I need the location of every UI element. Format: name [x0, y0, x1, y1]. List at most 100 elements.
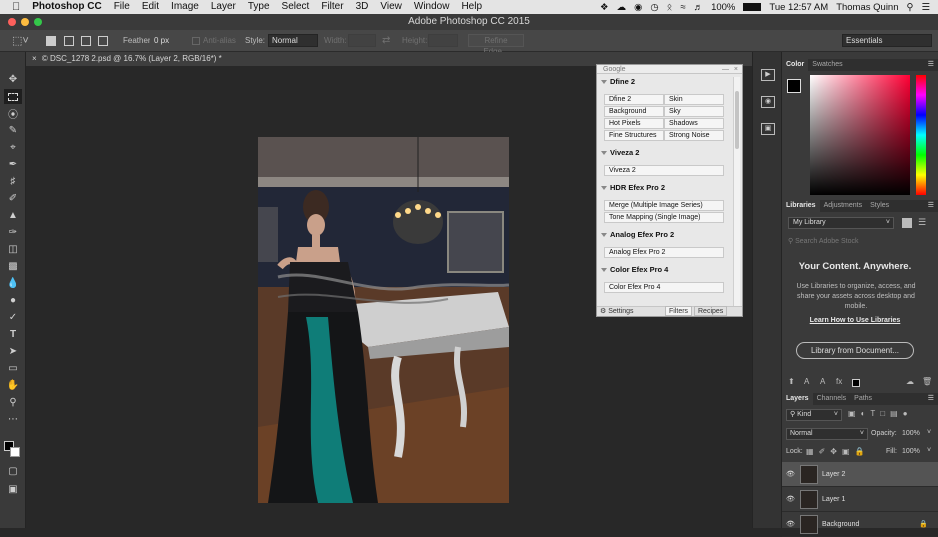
healing-brush-tool-icon[interactable]: ♯ — [4, 174, 22, 189]
menu-file[interactable]: File — [108, 0, 136, 14]
tab-channels[interactable]: Channels — [813, 393, 851, 405]
eyedropper-tool-icon[interactable]: ✒ — [4, 157, 22, 172]
user-name[interactable]: Thomas Quinn — [836, 2, 898, 13]
window-zoom-button[interactable] — [34, 18, 42, 26]
rectangle-tool-icon[interactable]: ▭ — [4, 361, 22, 376]
filter-adjustment-icon[interactable]: ◐ — [861, 409, 871, 418]
filter-pixel-icon[interactable]: ▣ — [848, 409, 861, 418]
tab-libraries[interactable]: Libraries — [782, 200, 820, 212]
volume-icon[interactable]: ♬ — [694, 2, 704, 13]
nik-panel-collapse-icon[interactable]: — — [722, 65, 729, 74]
trash-icon[interactable]: 🗑 — [922, 377, 932, 386]
section-dfine-2[interactable]: Dfine 2 — [597, 77, 733, 86]
steam-icon[interactable]: ◉ — [634, 2, 642, 13]
grid-view-icon[interactable] — [902, 218, 912, 228]
blend-mode-select[interactable]: Normal ˅ — [786, 428, 868, 440]
move-tool-icon[interactable]: ✥ — [4, 72, 22, 87]
lock-image-icon[interactable]: ✐ — [819, 447, 831, 456]
visibility-eye-icon[interactable]: 👁 — [786, 512, 795, 537]
pen-tool-icon[interactable]: ✓ — [4, 310, 22, 325]
nik-item-shadows[interactable]: Shadows — [664, 118, 724, 129]
settings-link[interactable]: Settings — [608, 308, 633, 315]
fill-value[interactable]: 100% — [902, 448, 920, 455]
height-input[interactable] — [428, 34, 458, 47]
lock-position-icon[interactable]: ✥ — [830, 447, 842, 456]
window-minimize-button[interactable] — [21, 18, 29, 26]
layer-row-layer-2[interactable]: 👁 Layer 2 — [782, 462, 938, 487]
tab-styles[interactable]: Styles — [866, 200, 893, 212]
layers-menu-icon[interactable]: ☰ — [928, 393, 938, 405]
window-close-button[interactable] — [8, 18, 16, 26]
settings-icon[interactable]: ⚙ — [600, 308, 606, 315]
bluetooth-icon[interactable]: ᛟ — [667, 2, 673, 13]
lock-transparent-icon[interactable]: ▦ — [806, 447, 819, 456]
path-selection-tool-icon[interactable]: ➤ — [4, 344, 22, 359]
nik-item-merge[interactable]: Merge (Multiple Image Series) — [604, 200, 724, 211]
hand-tool-icon[interactable]: ✋ — [4, 378, 22, 393]
document-image[interactable] — [258, 137, 509, 503]
tab-layers[interactable]: Layers — [782, 393, 813, 405]
nik-item-color-efex-pro-4[interactable]: Color Efex Pro 4 — [604, 282, 724, 293]
rectangular-marquee-tool-icon[interactable] — [4, 89, 22, 104]
antialias-checkbox[interactable] — [192, 37, 200, 45]
brush-tool-icon[interactable]: ✐ — [4, 191, 22, 206]
clone-stamp-tool-icon[interactable]: ▲ — [4, 208, 22, 223]
visibility-eye-icon[interactable]: 👁 — [786, 462, 795, 487]
document-close-icon[interactable]: × — [32, 54, 37, 63]
layer-filter-select[interactable]: ⚲ Kind ˅ — [786, 409, 842, 421]
nik-item-dfine-2[interactable]: Dfine 2 — [604, 94, 664, 105]
add-text-style-icon[interactable]: A — [804, 377, 809, 386]
nik-item-sky[interactable]: Sky — [664, 106, 724, 117]
recipes-tab[interactable]: Recipes — [694, 306, 728, 316]
quick-selection-tool-icon[interactable]: ✎ — [4, 123, 22, 138]
feather-input[interactable]: 0 px — [150, 34, 196, 47]
visibility-eye-icon[interactable]: 👁 — [786, 487, 795, 512]
section-analog-efex-pro-2[interactable]: Analog Efex Pro 2 — [597, 230, 733, 239]
more-tools-icon[interactable]: ⋯ — [4, 412, 22, 427]
section-viveza-2[interactable]: Viveza 2 — [597, 148, 733, 157]
library-from-document-button[interactable]: Library from Document... — [796, 342, 914, 359]
add-selection-icon[interactable] — [64, 36, 74, 46]
filter-type-icon[interactable]: T — [870, 409, 880, 418]
tab-paths[interactable]: Paths — [850, 393, 876, 405]
refine-edge-button[interactable]: Refine Edge... — [468, 34, 524, 56]
menu-edit[interactable]: Edit — [136, 0, 165, 14]
style-select[interactable]: Normal — [268, 34, 318, 47]
filter-toggle-icon[interactable]: ● — [903, 409, 913, 418]
creative-cloud-icon[interactable]: ☁ — [617, 2, 627, 13]
nik-panel-close-icon[interactable]: × — [734, 65, 738, 74]
nik-panel-titlebar[interactable]: Google — × — [597, 65, 742, 74]
list-view-icon[interactable]: ☰ — [918, 217, 926, 228]
nik-item-background[interactable]: Background — [604, 106, 664, 117]
battery-percent[interactable]: 100% — [711, 2, 735, 13]
properties-panel-icon[interactable]: ◉ — [761, 96, 775, 108]
crop-tool-icon[interactable]: ⌖ — [4, 140, 22, 155]
menu-image[interactable]: Image — [165, 0, 205, 14]
menu-type[interactable]: Type — [242, 0, 276, 14]
color-fg-bg-swatch[interactable] — [787, 79, 801, 93]
section-hdr-efex-pro-2[interactable]: HDR Efex Pro 2 — [597, 183, 733, 192]
nik-item-strong-noise[interactable]: Strong Noise — [664, 130, 724, 141]
clock[interactable]: Tue 12:57 AM — [769, 2, 828, 13]
marquee-preset-icon[interactable]: ⬚˅ — [12, 30, 29, 52]
battery-icon[interactable] — [743, 3, 762, 11]
dodge-tool-icon[interactable]: ● — [4, 293, 22, 308]
stock-search-input[interactable]: ⚲ Search Adobe Stock — [788, 236, 932, 248]
nik-item-skin[interactable]: Skin — [664, 94, 724, 105]
dropbox-icon[interactable]: ❖ — [600, 2, 609, 13]
workspace-select[interactable]: Essentials — [842, 34, 932, 47]
add-content-icon[interactable]: ⬆ — [788, 377, 795, 386]
menu-select[interactable]: Select — [276, 0, 316, 14]
time-machine-icon[interactable]: ◷ — [650, 2, 658, 13]
hue-slider[interactable] — [916, 75, 926, 195]
tab-swatches[interactable]: Swatches — [808, 59, 846, 71]
new-selection-icon[interactable] — [46, 36, 56, 46]
opacity-chevron-icon[interactable]: ˅ — [927, 429, 931, 436]
blur-tool-icon[interactable]: 💧 — [4, 276, 22, 291]
filters-tab[interactable]: Filters — [665, 306, 693, 316]
nik-item-hot-pixels[interactable]: Hot Pixels — [604, 118, 664, 129]
nik-item-analog-efex-pro-2[interactable]: Analog Efex Pro 2 — [604, 247, 724, 258]
add-layer-style-icon[interactable]: fx — [836, 377, 842, 386]
menu-layer[interactable]: Layer — [205, 0, 242, 14]
learn-libraries-link[interactable]: Learn How to Use Libraries — [782, 317, 928, 324]
